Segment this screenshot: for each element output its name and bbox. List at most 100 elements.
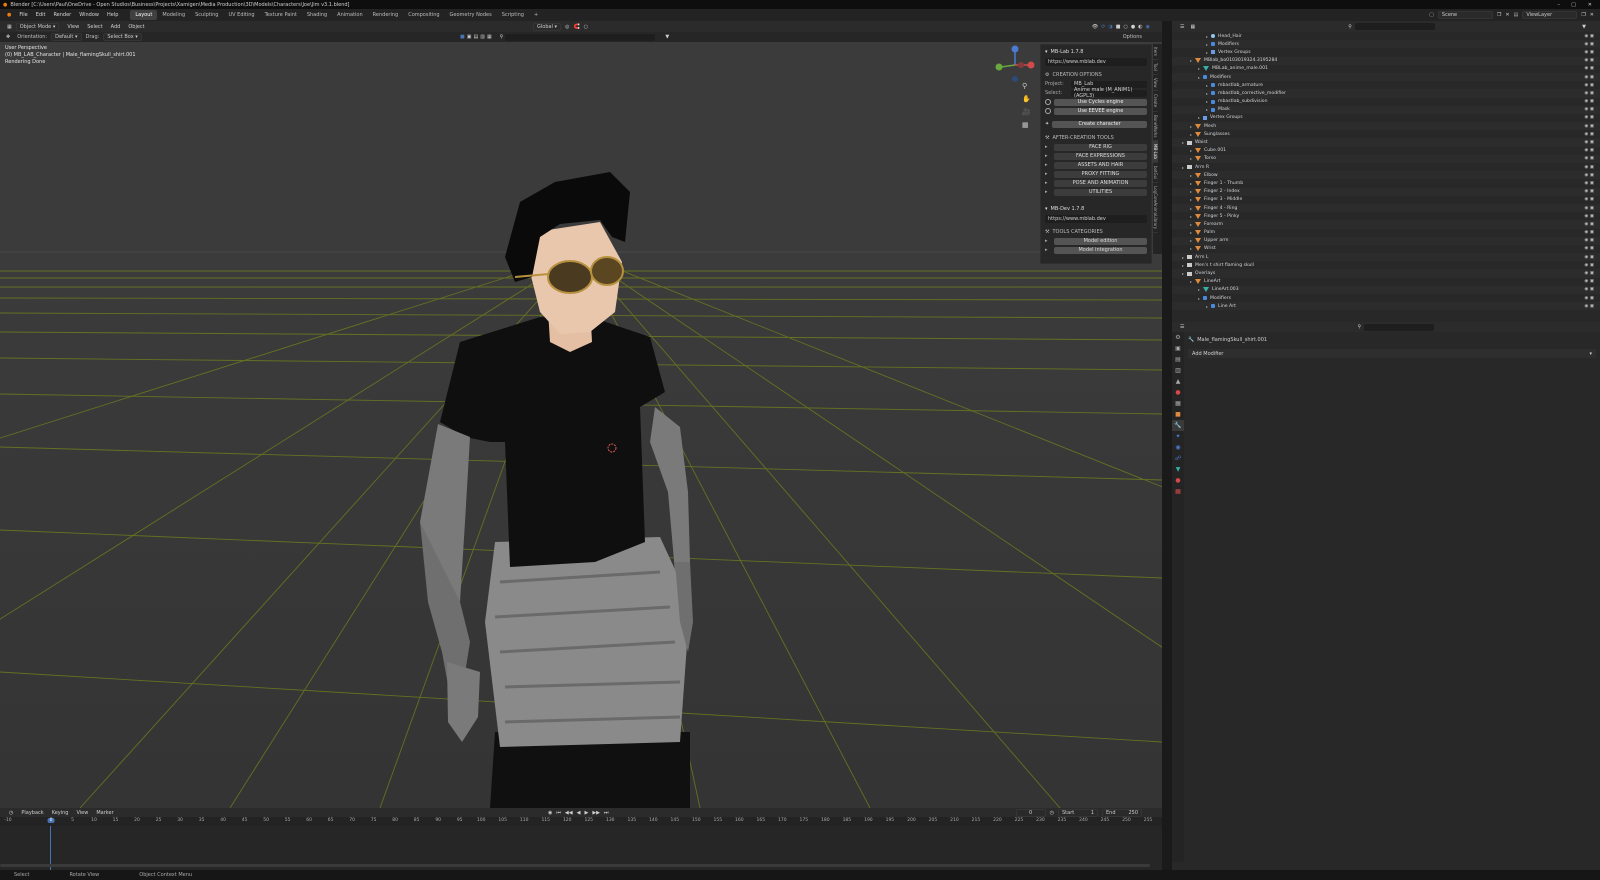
- visibility-toggle-icon[interactable]: ◉ ▣: [1584, 42, 1594, 47]
- expand-arrow-icon[interactable]: ▸: [1190, 246, 1192, 251]
- select-mode-icon[interactable]: ■: [460, 34, 465, 40]
- properties-search-icon[interactable]: ⚲: [1357, 324, 1361, 330]
- expand-arrow-icon[interactable]: ▸: [1190, 206, 1192, 211]
- transform-orientation-dropdown[interactable]: Global ▾: [533, 22, 562, 31]
- sidebar-tab-boneworks[interactable]: BoneWorks: [1153, 112, 1158, 142]
- use-eevee-button[interactable]: Use EEVEE engine: [1054, 107, 1147, 115]
- sidebar-tab-create[interactable]: Create: [1153, 91, 1158, 112]
- expand-arrow-icon[interactable]: ▸: [1190, 124, 1192, 129]
- visibility-toggle-icon[interactable]: ◉ ▣: [1584, 206, 1594, 211]
- search-icon[interactable]: ⚲: [500, 34, 504, 40]
- prev-keyframe-icon[interactable]: ◀◀: [565, 810, 573, 816]
- pan-hand-icon[interactable]: ✋: [1022, 95, 1031, 103]
- visibility-toggle-icon[interactable]: ◉ ▣: [1584, 222, 1594, 227]
- ortho-toggle-icon[interactable]: ▦: [1022, 121, 1031, 129]
- sidebar-tab-logcore[interactable]: LogCoreAnimaLibrary: [1153, 183, 1158, 234]
- workspace-tab-rendering[interactable]: Rendering: [368, 10, 404, 20]
- output-tab-icon[interactable]: ▤: [1172, 354, 1184, 365]
- menu-keying[interactable]: Keying: [48, 810, 73, 816]
- expand-arrow-icon[interactable]: ▸: [1190, 58, 1192, 63]
- visibility-toggle-icon[interactable]: ◉ ▣: [1584, 148, 1594, 153]
- menu-file[interactable]: File: [15, 12, 31, 18]
- timeline-editor-icon[interactable]: ◷: [5, 810, 17, 816]
- delete-view-layer-icon[interactable]: ✕: [1590, 12, 1594, 18]
- expand-arrow-icon[interactable]: ▸: [1198, 287, 1200, 292]
- shading-wireframe-icon[interactable]: ○: [1124, 24, 1128, 30]
- visibility-toggle-icon[interactable]: ◉ ▣: [1584, 34, 1594, 39]
- visibility-toggle-icon[interactable]: ◉ ▣: [1584, 115, 1594, 120]
- visibility-toggle-icon[interactable]: ◉ ▣: [1584, 263, 1594, 268]
- record-icon[interactable]: ◉: [548, 810, 552, 816]
- menu-timeline-view[interactable]: View: [72, 810, 92, 816]
- delete-scene-icon[interactable]: ✕: [1505, 12, 1509, 18]
- use-cycles-row[interactable]: Use Cycles engine: [1045, 98, 1147, 106]
- outliner-row[interactable]: ▸ Sunglasses ◉ ▣: [1172, 130, 1600, 138]
- visibility-toggle-icon[interactable]: ◉ ▣: [1584, 132, 1594, 137]
- expand-arrow-icon[interactable]: ▸: [1190, 238, 1192, 243]
- transform-tool-icon[interactable]: ✥: [3, 34, 13, 40]
- workspace-tab-geometry-nodes[interactable]: Geometry Nodes: [445, 10, 497, 20]
- modifier-tab-icon[interactable]: 🔧: [1172, 420, 1184, 431]
- physics-tab-icon[interactable]: ◉: [1172, 442, 1184, 453]
- expand-arrow-icon[interactable]: ▸: [1190, 156, 1192, 161]
- 3d-viewport[interactable]: User Perspective (0) MB_LAB_Character | …: [0, 42, 1162, 808]
- properties-search-input[interactable]: [1364, 323, 1435, 331]
- particles-tab-icon[interactable]: ✦: [1172, 431, 1184, 442]
- expand-arrow-icon[interactable]: ▸: [1190, 279, 1192, 284]
- tools-categories-header[interactable]: ⚒ TOOLS CATEGORIES: [1045, 227, 1147, 236]
- visibility-toggle-icon[interactable]: ◉ ▣: [1584, 66, 1594, 71]
- outliner-row[interactable]: ▸ Modifiers ◉ ▣: [1172, 72, 1600, 82]
- outliner-row[interactable]: ▸ Finger 3 - Middle ◉ ▣: [1172, 196, 1600, 204]
- visibility-icon[interactable]: 👁: [1092, 24, 1098, 30]
- scene-field[interactable]: Scene: [1437, 11, 1493, 19]
- workspace-tab-texture-paint[interactable]: Texture Paint: [260, 10, 302, 20]
- collection-tab-icon[interactable]: ▦: [1172, 398, 1184, 409]
- outliner-row[interactable]: ▸ MBLab_anime_male.001 ◉ ▣: [1172, 65, 1600, 73]
- workspace-tab-animation[interactable]: Animation: [332, 10, 368, 20]
- menu-add[interactable]: Add: [107, 24, 125, 30]
- outliner-row[interactable]: ▸ Line Art ◉ ▣: [1172, 302, 1600, 311]
- workspace-tab-scripting[interactable]: Scripting: [497, 10, 529, 20]
- expand-arrow-icon[interactable]: ▸: [1190, 197, 1192, 202]
- expand-arrow-icon[interactable]: ▸: [1190, 222, 1192, 227]
- after-creation-header[interactable]: ⚒ AFTER-CREATION TOOLS: [1045, 133, 1147, 142]
- scene-tab-icon[interactable]: ▲: [1172, 376, 1184, 387]
- tool-face-expressions[interactable]: ▸ FACE EXPRESSIONS: [1045, 152, 1147, 160]
- close-button[interactable]: ✕: [1588, 0, 1592, 9]
- mblab-url-field[interactable]: https://www.mblab.dev: [1045, 58, 1147, 66]
- maximize-button[interactable]: □: [1571, 0, 1576, 9]
- workspace-tab-uv-editing[interactable]: UV Editing: [223, 10, 259, 20]
- xray-toggle-icon[interactable]: ■: [1116, 24, 1121, 30]
- visibility-toggle-icon[interactable]: ◉ ▣: [1584, 304, 1594, 309]
- expand-arrow-icon[interactable]: ▸: [1182, 263, 1184, 268]
- intersect-mode-icon[interactable]: ▦: [487, 34, 492, 40]
- outliner-row[interactable]: ▸ LineArt.003 ◉ ▣: [1172, 285, 1600, 294]
- outliner-row[interactable]: ▸ Wrist ◉ ▣: [1172, 245, 1600, 253]
- workspace-tab-compositing[interactable]: Compositing: [403, 10, 444, 20]
- options-dropdown[interactable]: Options: [1119, 34, 1146, 40]
- outliner-row[interactable]: ▸ Mask ◉ ▣: [1172, 105, 1600, 114]
- visibility-toggle-icon[interactable]: ◉ ▣: [1584, 75, 1594, 80]
- outliner-row[interactable]: ▸ Elbow ◉ ▣: [1172, 171, 1600, 180]
- sidebar-tab-botgui[interactable]: botGui: [1153, 163, 1158, 184]
- play-reverse-icon[interactable]: ◀: [577, 810, 581, 816]
- model-edition-button[interactable]: Model edition: [1054, 237, 1147, 245]
- display-mode-icon[interactable]: ▦: [1187, 24, 1198, 30]
- camera-view-icon[interactable]: 🎥: [1022, 108, 1031, 116]
- visibility-toggle-icon[interactable]: ◉ ▣: [1584, 83, 1594, 88]
- add-modifier-dropdown[interactable]: Add Modifier ▾: [1188, 349, 1596, 358]
- outliner-row[interactable]: ▸ Cube.001 ◉ ▣: [1172, 147, 1600, 155]
- expand-arrow-icon[interactable]: ▸: [1206, 83, 1208, 88]
- visibility-toggle-icon[interactable]: ◉ ▣: [1584, 50, 1594, 55]
- sidebar-tab-mblab[interactable]: MB-Lab: [1153, 141, 1158, 163]
- tool-face-rig[interactable]: ▸ FACE RIG: [1045, 143, 1147, 151]
- outliner-row[interactable]: ▸ Torso ◉ ▣: [1172, 154, 1600, 163]
- outliner-row[interactable]: ▸ Finger 5 - Pinky ◉ ▣: [1172, 212, 1600, 220]
- visibility-toggle-icon[interactable]: ◉ ▣: [1584, 246, 1594, 251]
- current-frame-field[interactable]: 0: [1015, 808, 1046, 817]
- tool-pose-animation[interactable]: ▸ POSE AND ANIMATION: [1045, 179, 1147, 187]
- outliner-row[interactable]: ▸ Finger 4 - Ring ◉ ▣: [1172, 203, 1600, 213]
- outliner-row[interactable]: ▸ Overlays ◉ ▣: [1172, 269, 1600, 278]
- outliner-row[interactable]: ▸ Arm R ◉ ▣: [1172, 163, 1600, 171]
- world-tab-icon[interactable]: ●: [1172, 387, 1184, 398]
